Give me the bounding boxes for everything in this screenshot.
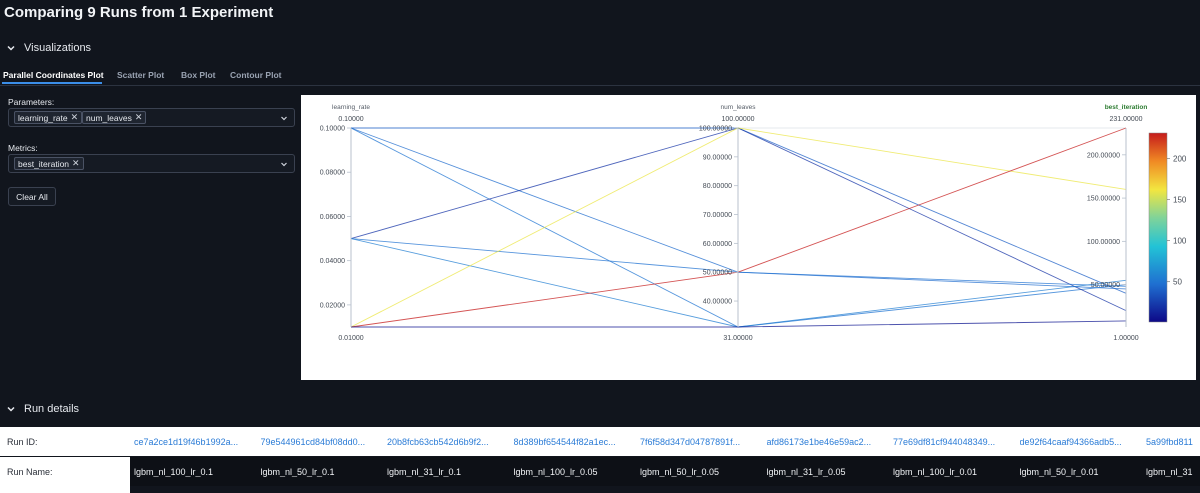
run-details-table: Run ID: ce7a2ce1d19f46b1992a... 79e544961… <box>0 427 1200 493</box>
visualization-tabs: Parallel Coordinates Plot Scatter Plot B… <box>0 68 1200 86</box>
remove-chip-icon[interactable]: ✕ <box>72 159 80 168</box>
colorbar-tick-label: 100 <box>1173 237 1187 246</box>
axis-tick-label: 0.06000 <box>320 214 345 221</box>
run-id-link[interactable]: 20b8fcb63cb542d6b9f2... <box>387 437 489 447</box>
axis-max-label: 100.00000 <box>721 116 754 123</box>
run-id-link[interactable]: 7f6f58d347d04787891f... <box>640 437 740 447</box>
axis-max-label: 0.10000 <box>338 116 363 123</box>
axis-min-label: 0.01000 <box>338 335 363 342</box>
run-name-cell: lgbm_nl_100_lr_0.1 <box>134 466 214 477</box>
axis-tick-label: 40.00000 <box>703 299 732 306</box>
run-name-cell: lgbm_nl_31_lr_0.1 <box>387 466 462 477</box>
run-name-row: Run Name: lgbm_nl_100_lr_0.1 lgbm_nl_50_l… <box>0 457 1200 486</box>
run-id-link[interactable]: 79e544961cd84bf08dd0... <box>261 437 366 447</box>
chip-label: learning_rate <box>18 112 68 123</box>
chevron-down-icon <box>7 45 15 51</box>
parallel-coordinates-svg: learning_rate 0.10000 0.01000 0.10000 0.0800… <box>320 104 1187 342</box>
axis-title: num_leaves <box>720 104 756 111</box>
chevron-down-icon <box>7 406 15 412</box>
axis-max-label: 231.00000 <box>1109 116 1142 123</box>
visualizations-section-title: Visualizations <box>24 42 92 54</box>
tab-box-plot[interactable]: Box Plot <box>181 70 215 80</box>
parallel-coordinates-plot[interactable]: learning_rate 0.10000 0.01000 0.10000 0.0800… <box>301 95 1196 380</box>
run-id-row: Run ID: ce7a2ce1d19f46b1992a... 79e544961… <box>0 427 1200 456</box>
parameter-chip-num-leaves: num_leaves ✕ <box>82 111 147 124</box>
remove-chip-icon[interactable]: ✕ <box>135 113 143 122</box>
parameters-select[interactable]: learning_rate ✕ num_leaves ✕ <box>8 108 295 127</box>
axis-tick-label: 80.00000 <box>703 183 732 190</box>
run-name-cell: lgbm_nl_31_lr_0.05 <box>766 466 846 477</box>
metrics-label: Metrics: <box>8 143 38 153</box>
run-id-link[interactable]: 8d389bf654544f82a1ec... <box>514 437 616 447</box>
axis-tick-label: 100.00000 <box>1087 239 1120 246</box>
axis-tick-label: 90.00000 <box>703 154 732 161</box>
axis-tick-label: 70.00000 <box>703 212 732 219</box>
axis-min-label: 31.00000 <box>723 335 752 342</box>
axis-tick-label: 50.00000 <box>1091 282 1120 289</box>
metrics-select[interactable]: best_iteration ✕ <box>8 154 295 173</box>
chip-label: best_iteration <box>18 158 70 169</box>
axis-title: learning_rate <box>332 104 370 111</box>
axis-tick-label: 0.02000 <box>320 302 345 309</box>
run-id-label: Run ID: <box>7 436 38 447</box>
axis-tick-label: 0.04000 <box>320 258 345 265</box>
tab-parallel-coordinates[interactable]: Parallel Coordinates Plot <box>3 70 104 80</box>
table-row-stub <box>0 486 130 493</box>
colorbar <box>1148 132 1168 323</box>
axis-tick-label: 50.00000 <box>703 270 732 277</box>
axis-tick-label: 100.00000 <box>699 126 732 133</box>
axis-tick-label: 60.00000 <box>703 241 732 248</box>
axis-title: best_iteration <box>1105 104 1148 111</box>
tab-scatter-plot[interactable]: Scatter Plot <box>117 70 164 80</box>
run-name-label: Run Name: <box>7 466 53 477</box>
remove-chip-icon[interactable]: ✕ <box>71 113 79 122</box>
clear-all-button[interactable]: Clear All <box>8 187 56 206</box>
run-id-link[interactable]: 5a99fbd811 <box>1146 437 1193 447</box>
run-id-link[interactable]: ce7a2ce1d19f46b1992a... <box>134 437 238 447</box>
parameters-label: Parameters: <box>8 97 55 107</box>
axis-tick-label: 200.00000 <box>1087 152 1120 159</box>
chevron-down-icon[interactable] <box>280 160 288 168</box>
page-title: Comparing 9 Runs from 1 Experiment <box>4 4 274 21</box>
tab-contour-plot[interactable]: Contour Plot <box>230 70 281 80</box>
colorbar-tick-label: 50 <box>1173 278 1182 287</box>
run-name-cell: lgbm_nl_50_lr_0.1 <box>260 466 335 477</box>
run-name-cell: lgbm_nl_100_lr_0.01 <box>893 466 978 477</box>
axis-tick-label: 150.00000 <box>1087 196 1120 203</box>
run-name-cell: lgbm_nl_100_lr_0.05 <box>513 466 598 477</box>
run-name-cell: lgbm_nl_31 <box>1146 466 1193 477</box>
run-details-section-toggle[interactable]: Run details <box>6 403 79 415</box>
colorbar-tick-label: 150 <box>1173 196 1187 205</box>
chevron-down-icon[interactable] <box>280 114 288 122</box>
run-id-link[interactable]: 77e69df81cf944048349... <box>893 437 995 447</box>
chip-label: num_leaves <box>86 112 132 123</box>
active-tab-indicator <box>2 82 102 84</box>
axis-tick-label: 0.08000 <box>320 170 345 177</box>
axis-tick-label: 0.10000 <box>320 126 345 133</box>
run-id-link[interactable]: afd86173e1be46e59ac2... <box>767 437 872 447</box>
parameter-chip-learning-rate: learning_rate ✕ <box>14 111 83 124</box>
metric-chip-best-iteration: best_iteration ✕ <box>14 157 84 170</box>
run-name-cell: lgbm_nl_50_lr_0.01 <box>1019 466 1099 477</box>
axis-min-label: 1.00000 <box>1113 335 1138 342</box>
run-name-cell: lgbm_nl_50_lr_0.05 <box>640 466 720 477</box>
colorbar-tick-label: 200 <box>1173 154 1187 163</box>
run-id-link[interactable]: de92f64caaf94366adb5... <box>1020 437 1122 447</box>
run-details-section-title: Run details <box>24 403 80 415</box>
visualizations-section-toggle[interactable]: Visualizations <box>6 42 91 54</box>
